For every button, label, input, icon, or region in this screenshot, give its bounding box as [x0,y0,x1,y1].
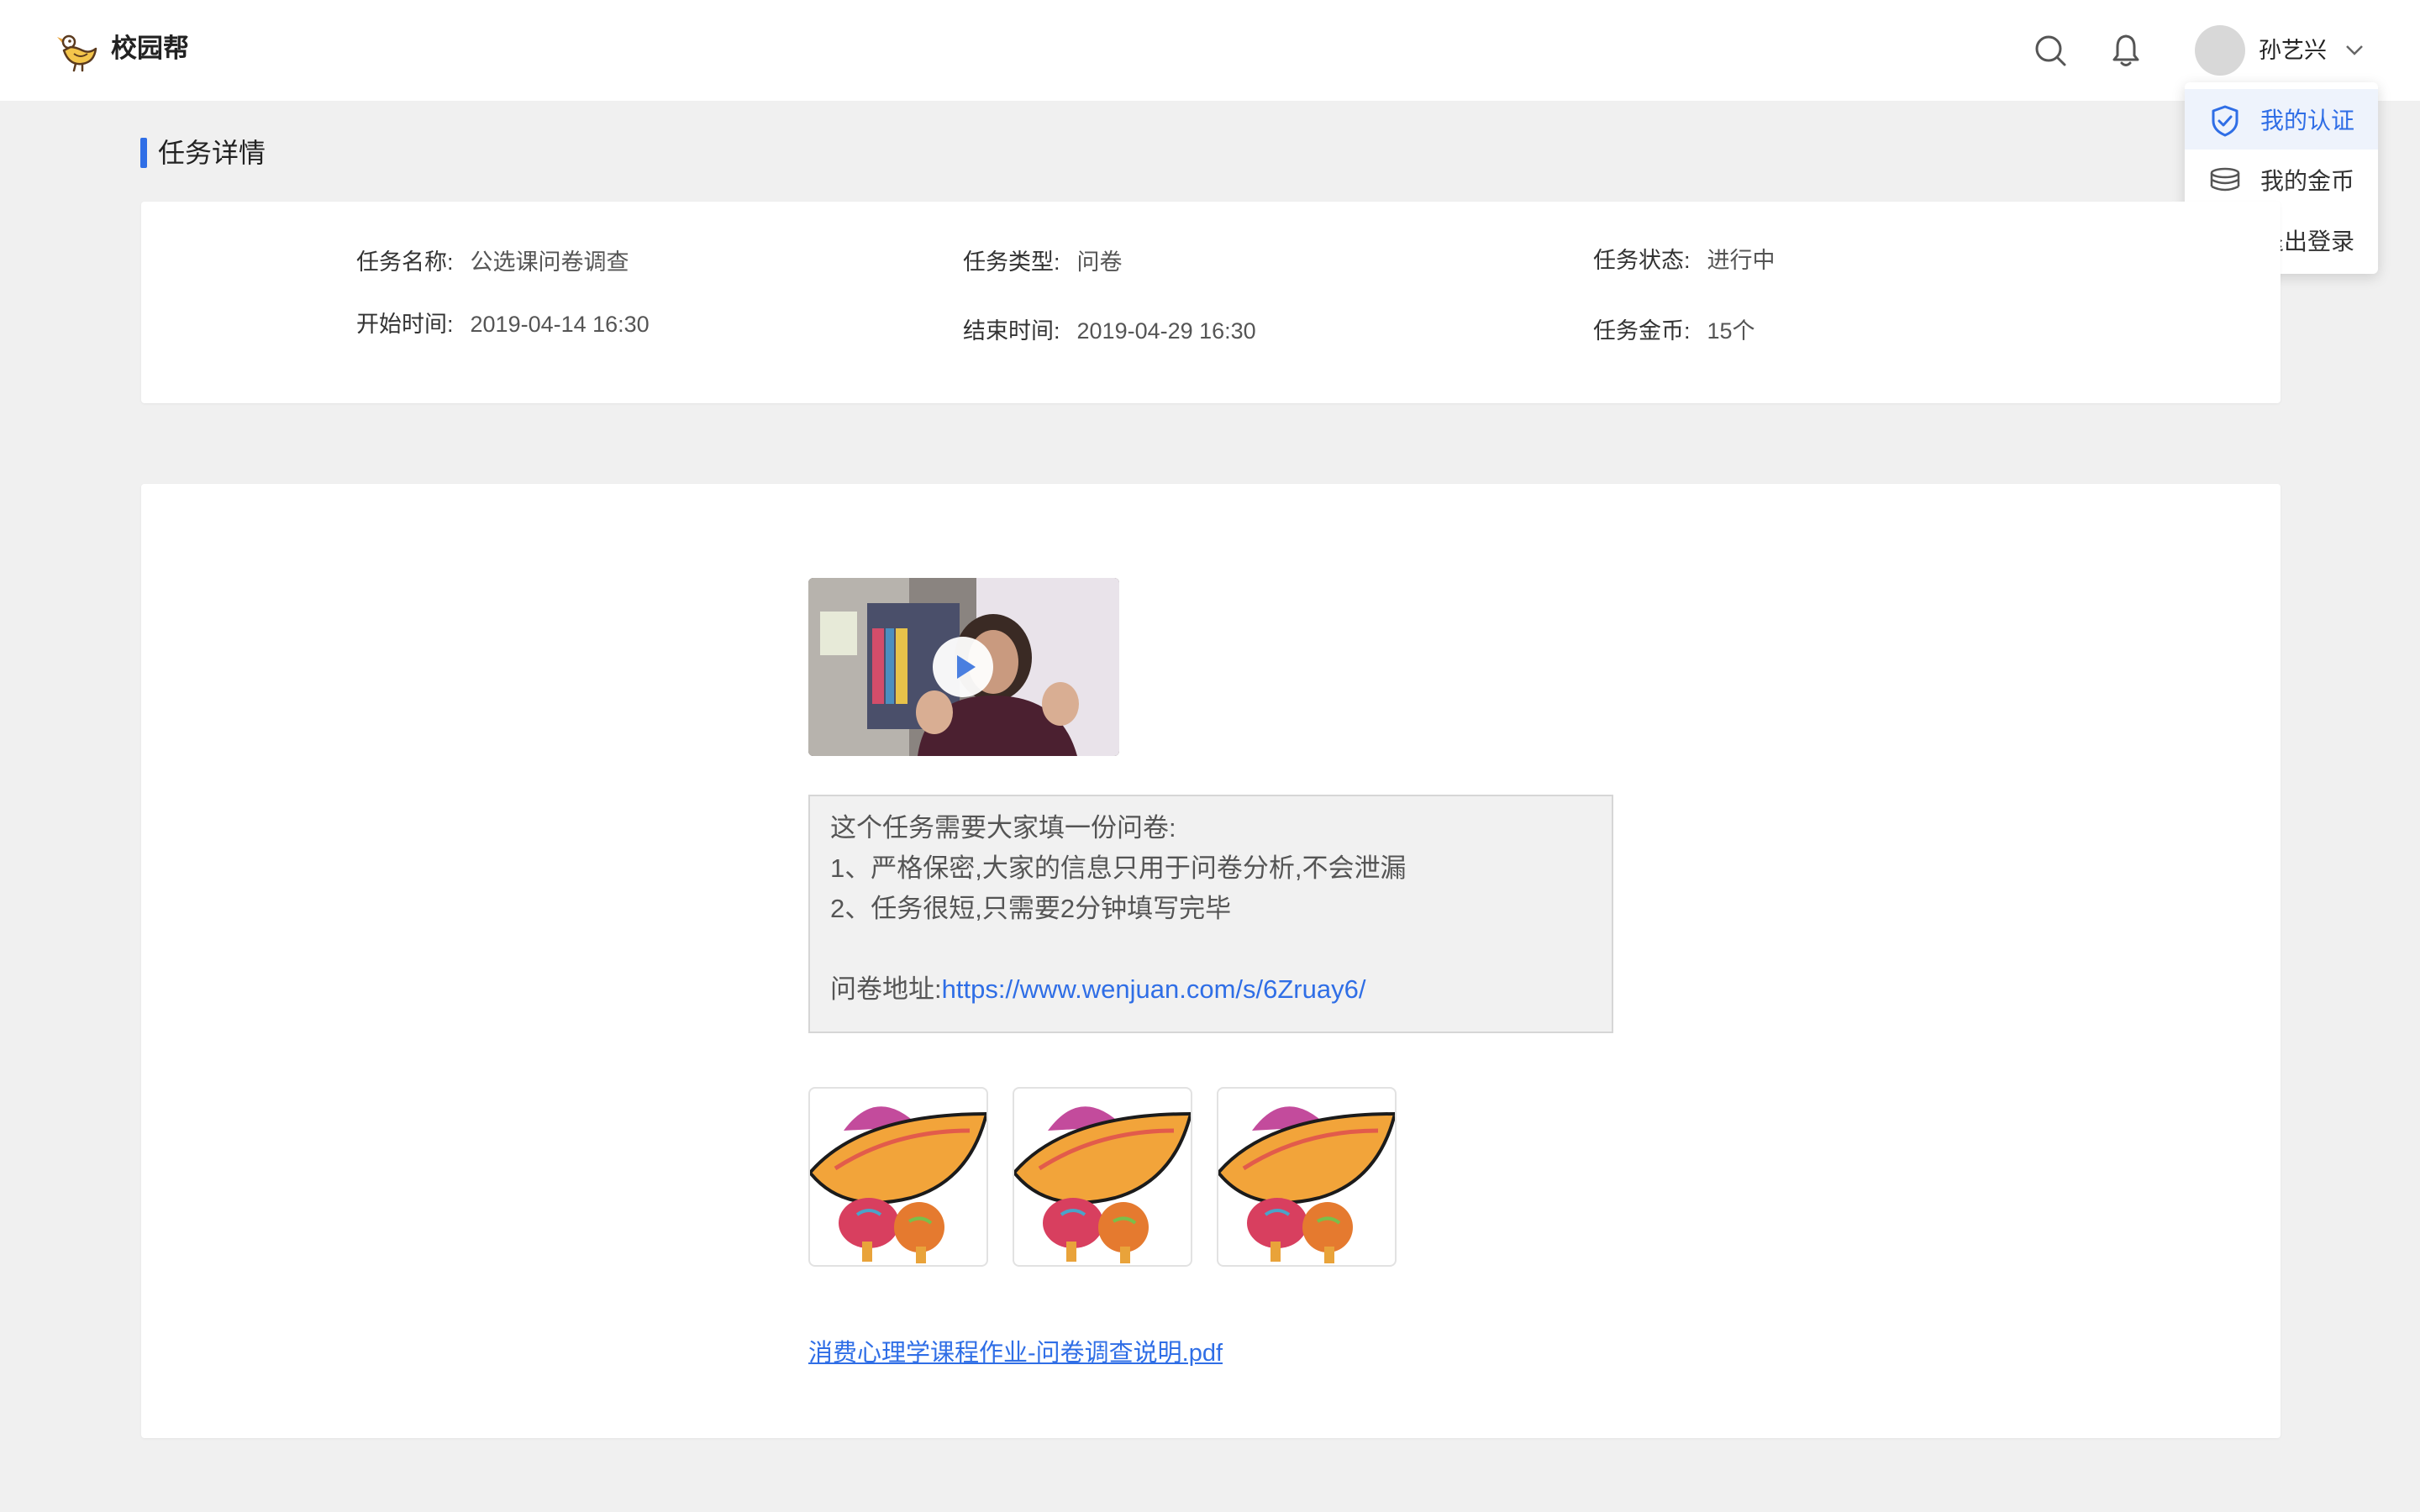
start-time-field: 开始时间: 2019-04-14 16:30 [356,307,650,341]
description-line-1: 这个任务需要大家填一份问卷: [830,813,1176,843]
play-button[interactable] [933,637,993,697]
description-blank-line [830,929,1591,969]
survey-url-link[interactable]: https://www.wenjuan.com/s/6Zruay6/ [942,974,1366,1004]
task-type-value: 问卷 [1076,249,1123,275]
image-thumbnail-3[interactable] [1217,1087,1397,1267]
end-time-label: 结束时间: [963,318,1060,344]
task-type-label: 任务类型: [963,249,1060,275]
top-bar: 校园帮 孙艺兴 [0,0,2420,101]
page-title: 任务详情 [158,138,266,168]
bell-icon[interactable] [2107,32,2144,69]
fiesta-sombrero-image [810,1106,986,1263]
task-status-label: 任务状态: [1593,248,1691,273]
survey-url-label: 问卷地址: [830,974,942,1004]
task-name-value: 公选课问卷调查 [470,249,629,275]
attachment-pdf-link[interactable]: 消费心理学课程作业-问卷调查说明.pdf [808,1336,1223,1371]
task-status-value: 进行中 [1707,248,1776,273]
task-coins-field: 任务金币: 15个 [1593,314,1755,348]
task-coins-label: 任务金币: [1593,318,1691,344]
play-icon [957,655,976,679]
description-line-2: 1、严格保密,大家的信息只用于问卷分析,不会泄漏 [830,853,1407,883]
duck-logo-icon[interactable] [52,27,99,74]
menu-item-label: 我的金币 [2260,168,2355,194]
fiesta-sombrero-image [1218,1106,1395,1263]
end-time-value: 2019-04-29 16:30 [1076,318,1256,344]
task-status-field: 任务状态: 进行中 [1593,244,1776,277]
task-name-label: 任务名称: [356,249,454,275]
description-line-3: 2、任务很短,只需要2分钟填写完毕 [830,894,1232,923]
survey-url-line: 问卷地址:https://www.wenjuan.com/s/6Zruay6/ [830,969,1591,1010]
task-name-field: 任务名称: 公选课问卷调查 [356,245,629,279]
end-time-field: 结束时间: 2019-04-29 16:30 [963,314,1256,348]
image-thumbnail-1[interactable] [808,1087,988,1267]
image-thumbnail-2[interactable] [1013,1087,1192,1267]
task-type-field: 任务类型: 问卷 [963,245,1123,279]
task-info-card [141,202,2281,403]
coins-stack-icon [2210,167,2240,192]
shield-check-icon [2212,105,2238,137]
menu-item-my-verification[interactable]: 我的认证 [2185,89,2378,150]
section-accent-bar [140,138,147,168]
task-coins-value: 15个 [1707,318,1755,344]
task-description-box: 这个任务需要大家填一份问卷: 1、严格保密,大家的信息只用于问卷分析,不会泄漏 … [808,795,1613,1033]
start-time-label: 开始时间: [356,312,454,337]
brand-name[interactable]: 校园帮 [111,30,189,67]
search-icon[interactable] [2032,32,2069,69]
fiesta-sombrero-image [1014,1106,1191,1263]
start-time-value: 2019-04-14 16:30 [470,312,650,337]
avatar[interactable] [2195,25,2245,76]
video-player[interactable] [808,578,1119,756]
chevron-down-icon[interactable] [2344,42,2365,59]
username[interactable]: 孙艺兴 [2259,34,2327,67]
menu-item-label: 我的认证 [2260,108,2355,134]
